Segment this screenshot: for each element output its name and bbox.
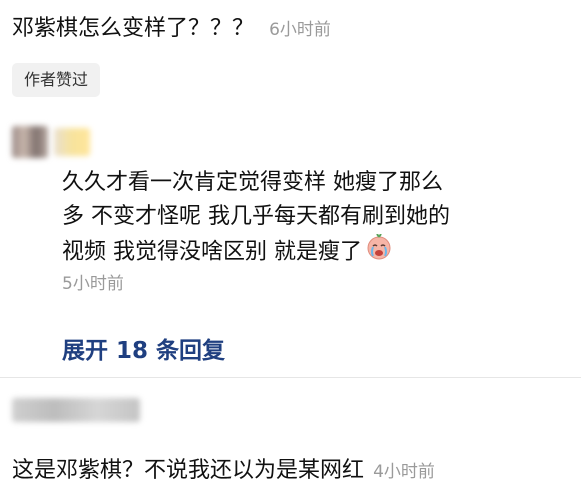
author-liked-badge: 作者赞过 [12,63,101,97]
bottom-comment-time: 4小时前 [373,462,435,482]
top-comment-time: 6小时前 [269,20,331,40]
username-blurred[interactable] [54,128,90,156]
reply-line-2: 多 不变才怪呢 我几乎每天都有刷到她的 [62,204,450,229]
reply-line-3: 视频 我觉得没啥区别 就是瘦了 [62,233,572,271]
bottom-comment-text: 这是邓紫棋？不说我还以为是某网红 [12,458,365,483]
divider [0,377,581,378]
reply-line-1: 久久才看一次肯定觉得变样 她瘦了那么 [62,170,443,195]
bottom-username-blurred[interactable] [12,398,140,422]
reply-user[interactable] [12,122,92,162]
top-comment: 邓紫棋怎么变样了？？？ 6小时前 [12,10,331,42]
expand-replies-button[interactable]: 展开 18 条回复 [62,331,225,365]
crying-face-emoji-icon [366,233,392,271]
top-comment-text: 邓紫棋怎么变样了？？？ [12,16,255,41]
bottom-comment: 这是邓紫棋？不说我还以为是某网红 4小时前 [12,452,435,484]
reply-text: 久久才看一次肯定觉得变样 她瘦了那么 多 不变才怪呢 我几乎每天都有刷到她的 视… [62,166,572,297]
avatar[interactable] [12,126,48,158]
reply-time: 5小时前 [62,274,124,294]
